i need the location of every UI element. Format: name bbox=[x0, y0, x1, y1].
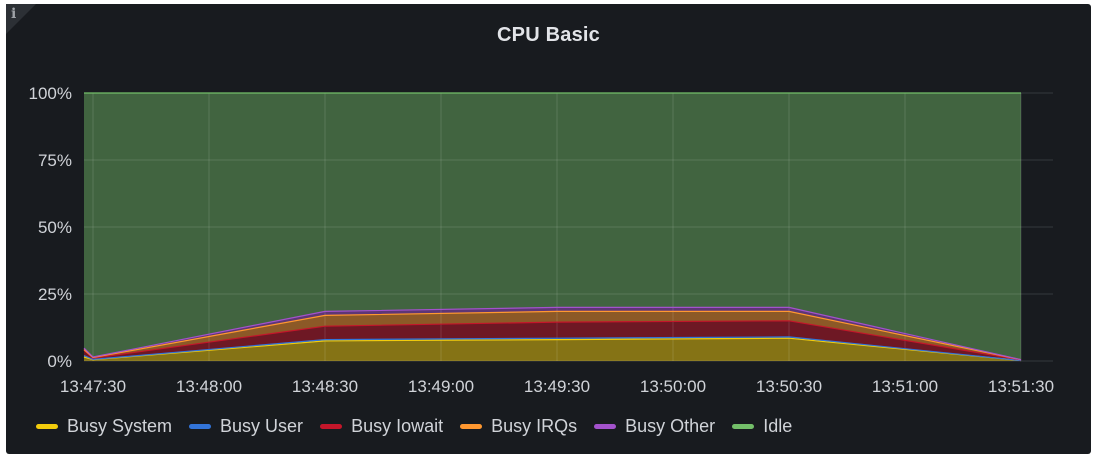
x-axis-ticks: 13:47:30 13:48:00 13:48:30 13:49:00 13:49:30… bbox=[60, 377, 1054, 396]
x-tick-label: 13:49:30 bbox=[524, 377, 590, 396]
legend-swatch bbox=[460, 424, 483, 429]
legend-item-busy-other[interactable]: Busy Other bbox=[594, 416, 715, 437]
legend-label: Busy IRQs bbox=[491, 416, 578, 436]
x-tick-label: 13:51:30 bbox=[988, 377, 1054, 396]
x-tick-label: 13:51:00 bbox=[872, 377, 938, 396]
y-tick-label: 100% bbox=[29, 84, 72, 103]
legend-item-busy-irqs[interactable]: Busy IRQs bbox=[460, 416, 577, 437]
x-tick-label: 13:50:30 bbox=[756, 377, 822, 396]
legend-label: Idle bbox=[763, 416, 793, 436]
legend-item-busy-iowait[interactable]: Busy Iowait bbox=[320, 416, 443, 437]
x-tick-label: 13:50:00 bbox=[640, 377, 706, 396]
y-tick-label: 50% bbox=[38, 218, 72, 237]
y-tick-label: 75% bbox=[38, 151, 72, 170]
x-tick-label: 13:49:00 bbox=[408, 377, 474, 396]
chart-legend: Busy System Busy User Busy Iowait Busy IRQs… bbox=[36, 416, 809, 437]
legend-item-busy-user[interactable]: Busy User bbox=[189, 416, 303, 437]
y-tick-label: 25% bbox=[38, 285, 72, 304]
y-axis-ticks: 0% 25% 50% 75% 100% bbox=[29, 84, 72, 371]
legend-label: Busy Other bbox=[625, 416, 716, 436]
cpu-basic-chart[interactable]: 0% 25% 50% 75% 100% 13:47:30 13:48:00 13:48:30… bbox=[6, 4, 1091, 454]
legend-item-busy-system[interactable]: Busy System bbox=[36, 416, 172, 437]
legend-item-idle[interactable]: Idle bbox=[732, 416, 792, 437]
legend-swatch bbox=[36, 424, 58, 429]
legend-swatch bbox=[594, 424, 617, 429]
legend-swatch bbox=[189, 424, 212, 429]
legend-swatch bbox=[732, 424, 755, 429]
x-tick-label: 13:48:00 bbox=[176, 377, 242, 396]
legend-label: Busy System bbox=[67, 416, 173, 436]
x-tick-label: 13:48:30 bbox=[292, 377, 358, 396]
legend-label: Busy Iowait bbox=[351, 416, 444, 436]
x-tick-label: 13:47:30 bbox=[60, 377, 126, 396]
y-tick-label: 0% bbox=[47, 352, 72, 371]
legend-label: Busy User bbox=[220, 416, 304, 436]
cpu-basic-panel: i CPU Basic 0% 25% 50% 75% 100% 13:47:30 13:4… bbox=[6, 4, 1091, 454]
legend-swatch bbox=[320, 424, 343, 429]
